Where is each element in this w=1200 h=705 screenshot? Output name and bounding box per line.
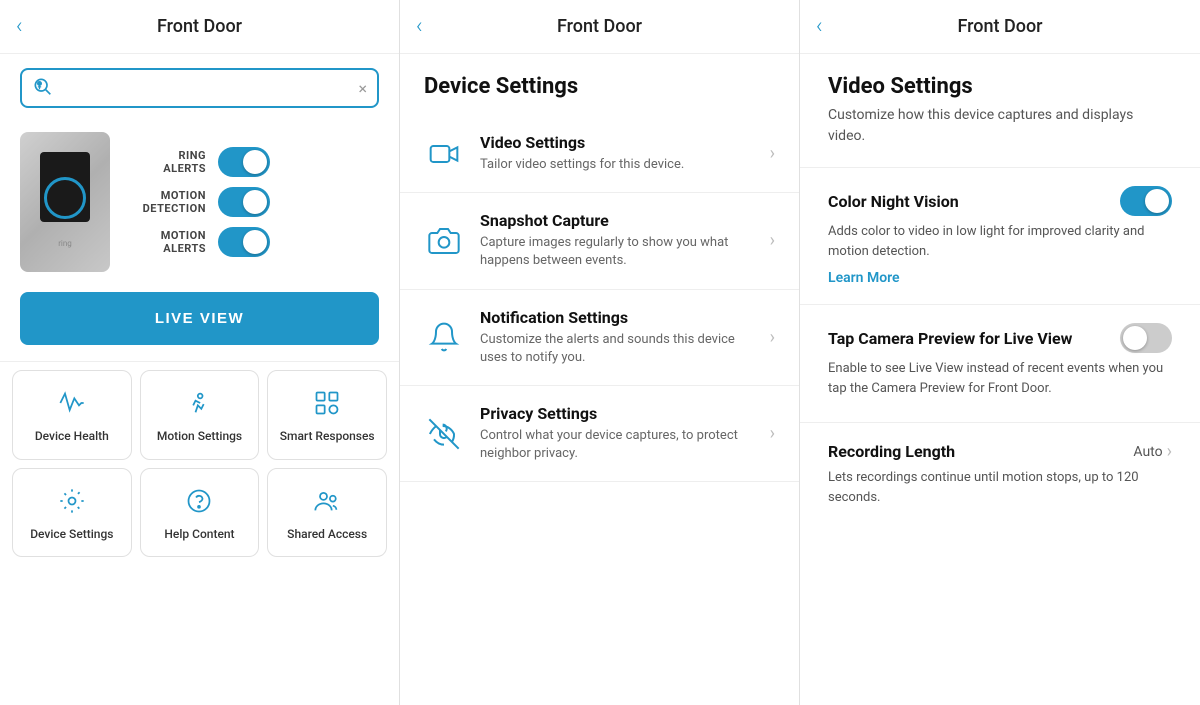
notification-text: Notification Settings Customize the aler… xyxy=(480,308,754,367)
recording-length-desc: Lets recordings continue until motion st… xyxy=(828,468,1172,507)
smart-responses-label: Smart Responses xyxy=(280,429,375,445)
color-night-vision-toggle[interactable] xyxy=(1120,186,1172,216)
motion-detection-row: MOTIONDETECTION xyxy=(134,187,270,217)
middle-panel: ‹ Front Door Device Settings Video Setti… xyxy=(400,0,800,705)
grid-item-device-settings[interactable]: Device Settings xyxy=(12,468,132,558)
video-settings-icon xyxy=(424,134,464,174)
settings-item-snapshot[interactable]: Snapshot Capture Capture images regularl… xyxy=(400,193,799,289)
toggles-area: RINGALERTS MOTIONDETECTION MOTIONALERTS xyxy=(134,147,270,257)
snapshot-capture-icon xyxy=(424,221,464,261)
video-settings-section-title: Video Settings xyxy=(800,54,1200,105)
right-title: Front Door xyxy=(957,16,1042,37)
video-settings-name: Video Settings xyxy=(480,133,754,152)
privacy-chevron: › xyxy=(770,423,775,444)
search-input[interactable] xyxy=(60,80,350,96)
help-content-label: Help Content xyxy=(164,527,234,543)
snapshot-text: Snapshot Capture Capture images regularl… xyxy=(480,211,754,270)
motion-detection-toggle[interactable] xyxy=(218,187,270,217)
smart-responses-icon xyxy=(309,385,345,421)
left-panel: ‹ Front Door × ring RINGALERTS xyxy=(0,0,400,705)
tap-camera-preview-row: Tap Camera Preview for Live View Enable … xyxy=(800,304,1200,422)
search-clear-button[interactable]: × xyxy=(358,79,367,98)
ring-alerts-row: RINGALERTS xyxy=(134,147,270,177)
snapshot-name: Snapshot Capture xyxy=(480,211,754,230)
color-night-vision-row: Color Night Vision Adds color to video i… xyxy=(800,167,1200,304)
tap-camera-preview-name: Tap Camera Preview for Live View xyxy=(828,329,1072,348)
right-header: ‹ Front Door xyxy=(800,0,1200,54)
shared-access-label: Shared Access xyxy=(287,527,367,543)
color-night-vision-name: Color Night Vision xyxy=(828,192,959,211)
device-health-icon xyxy=(54,385,90,421)
device-info: ring RINGALERTS MOTIONDETECTION MOTIONAL… xyxy=(0,122,399,288)
grid-item-smart-responses[interactable]: Smart Responses xyxy=(267,370,387,460)
recording-length-value: Auto xyxy=(1133,444,1162,460)
privacy-settings-icon xyxy=(424,414,464,454)
grid-item-motion-settings[interactable]: Motion Settings xyxy=(140,370,260,460)
motion-detection-label: MOTIONDETECTION xyxy=(134,189,206,215)
motion-settings-label: Motion Settings xyxy=(157,429,242,445)
notification-name: Notification Settings xyxy=(480,308,754,327)
shared-access-icon xyxy=(309,483,345,519)
live-view-button[interactable]: LIVE VIEW xyxy=(20,292,379,345)
snapshot-desc: Capture images regularly to show you wha… xyxy=(480,234,754,270)
video-settings-text: Video Settings Tailor video settings for… xyxy=(480,133,754,174)
motion-alerts-label: MOTIONALERTS xyxy=(134,229,206,255)
grid-item-help-content[interactable]: Help Content xyxy=(140,468,260,558)
notification-chevron: › xyxy=(770,327,775,348)
left-title: Front Door xyxy=(157,16,242,37)
motion-settings-icon xyxy=(181,385,217,421)
privacy-name: Privacy Settings xyxy=(480,404,754,423)
right-back-button[interactable]: ‹ xyxy=(816,14,823,39)
notification-desc: Customize the alerts and sounds this dev… xyxy=(480,331,754,367)
device-health-label: Device Health xyxy=(35,429,109,445)
color-night-vision-learn-more-link[interactable]: Learn More xyxy=(828,270,900,286)
settings-list: Video Settings Tailor video settings for… xyxy=(400,115,799,705)
grid-item-device-health[interactable]: Device Health xyxy=(12,370,132,460)
color-night-vision-header: Color Night Vision xyxy=(828,186,1172,216)
left-header: ‹ Front Door xyxy=(0,0,399,54)
tap-camera-preview-toggle[interactable] xyxy=(1120,323,1172,353)
settings-item-notification[interactable]: Notification Settings Customize the aler… xyxy=(400,290,799,386)
motion-alerts-row: MOTIONALERTS xyxy=(134,227,270,257)
video-settings-desc: Tailor video settings for this device. xyxy=(480,156,754,174)
video-settings-subtitle: Customize how this device captures and d… xyxy=(800,105,1200,167)
privacy-text: Privacy Settings Control what your devic… xyxy=(480,404,754,463)
device-image: ring xyxy=(20,132,110,272)
video-settings-chevron: › xyxy=(770,143,775,164)
search-bar[interactable]: × xyxy=(20,68,379,108)
recording-length-header: Recording Length Auto › xyxy=(828,441,1172,462)
middle-title: Front Door xyxy=(557,16,642,37)
middle-header: ‹ Front Door xyxy=(400,0,799,54)
device-settings-title: Device Settings xyxy=(400,54,799,115)
grid-item-shared-access[interactable]: Shared Access xyxy=(267,468,387,558)
tap-camera-preview-desc: Enable to see Live View instead of recen… xyxy=(828,359,1172,398)
snapshot-chevron: › xyxy=(770,230,775,251)
right-panel: ‹ Front Door Video Settings Customize ho… xyxy=(800,0,1200,705)
tap-camera-preview-header: Tap Camera Preview for Live View xyxy=(828,323,1172,353)
search-icon xyxy=(32,76,52,100)
motion-alerts-toggle[interactable] xyxy=(218,227,270,257)
device-grid: Device Health Motion Settings Smart Resp… xyxy=(0,361,399,565)
recording-length-name: Recording Length xyxy=(828,442,955,461)
device-settings-label: Device Settings xyxy=(30,527,113,543)
recording-length-chevron: › xyxy=(1167,441,1172,462)
middle-back-button[interactable]: ‹ xyxy=(416,14,423,39)
device-settings-icon xyxy=(54,483,90,519)
privacy-desc: Control what your device captures, to pr… xyxy=(480,427,754,463)
left-back-button[interactable]: ‹ xyxy=(16,14,23,39)
color-night-vision-desc: Adds color to video in low light for imp… xyxy=(828,222,1172,261)
notification-settings-icon xyxy=(424,317,464,357)
help-content-icon xyxy=(181,483,217,519)
ring-alerts-toggle[interactable] xyxy=(218,147,270,177)
ring-alerts-label: RINGALERTS xyxy=(134,149,206,175)
device-brand-label: ring xyxy=(58,239,72,248)
settings-item-privacy[interactable]: Privacy Settings Control what your devic… xyxy=(400,386,799,482)
settings-item-video[interactable]: Video Settings Tailor video settings for… xyxy=(400,115,799,193)
recording-length-value-area[interactable]: Auto › xyxy=(1133,441,1172,462)
recording-length-row: Recording Length Auto › Lets recordings … xyxy=(800,422,1200,531)
